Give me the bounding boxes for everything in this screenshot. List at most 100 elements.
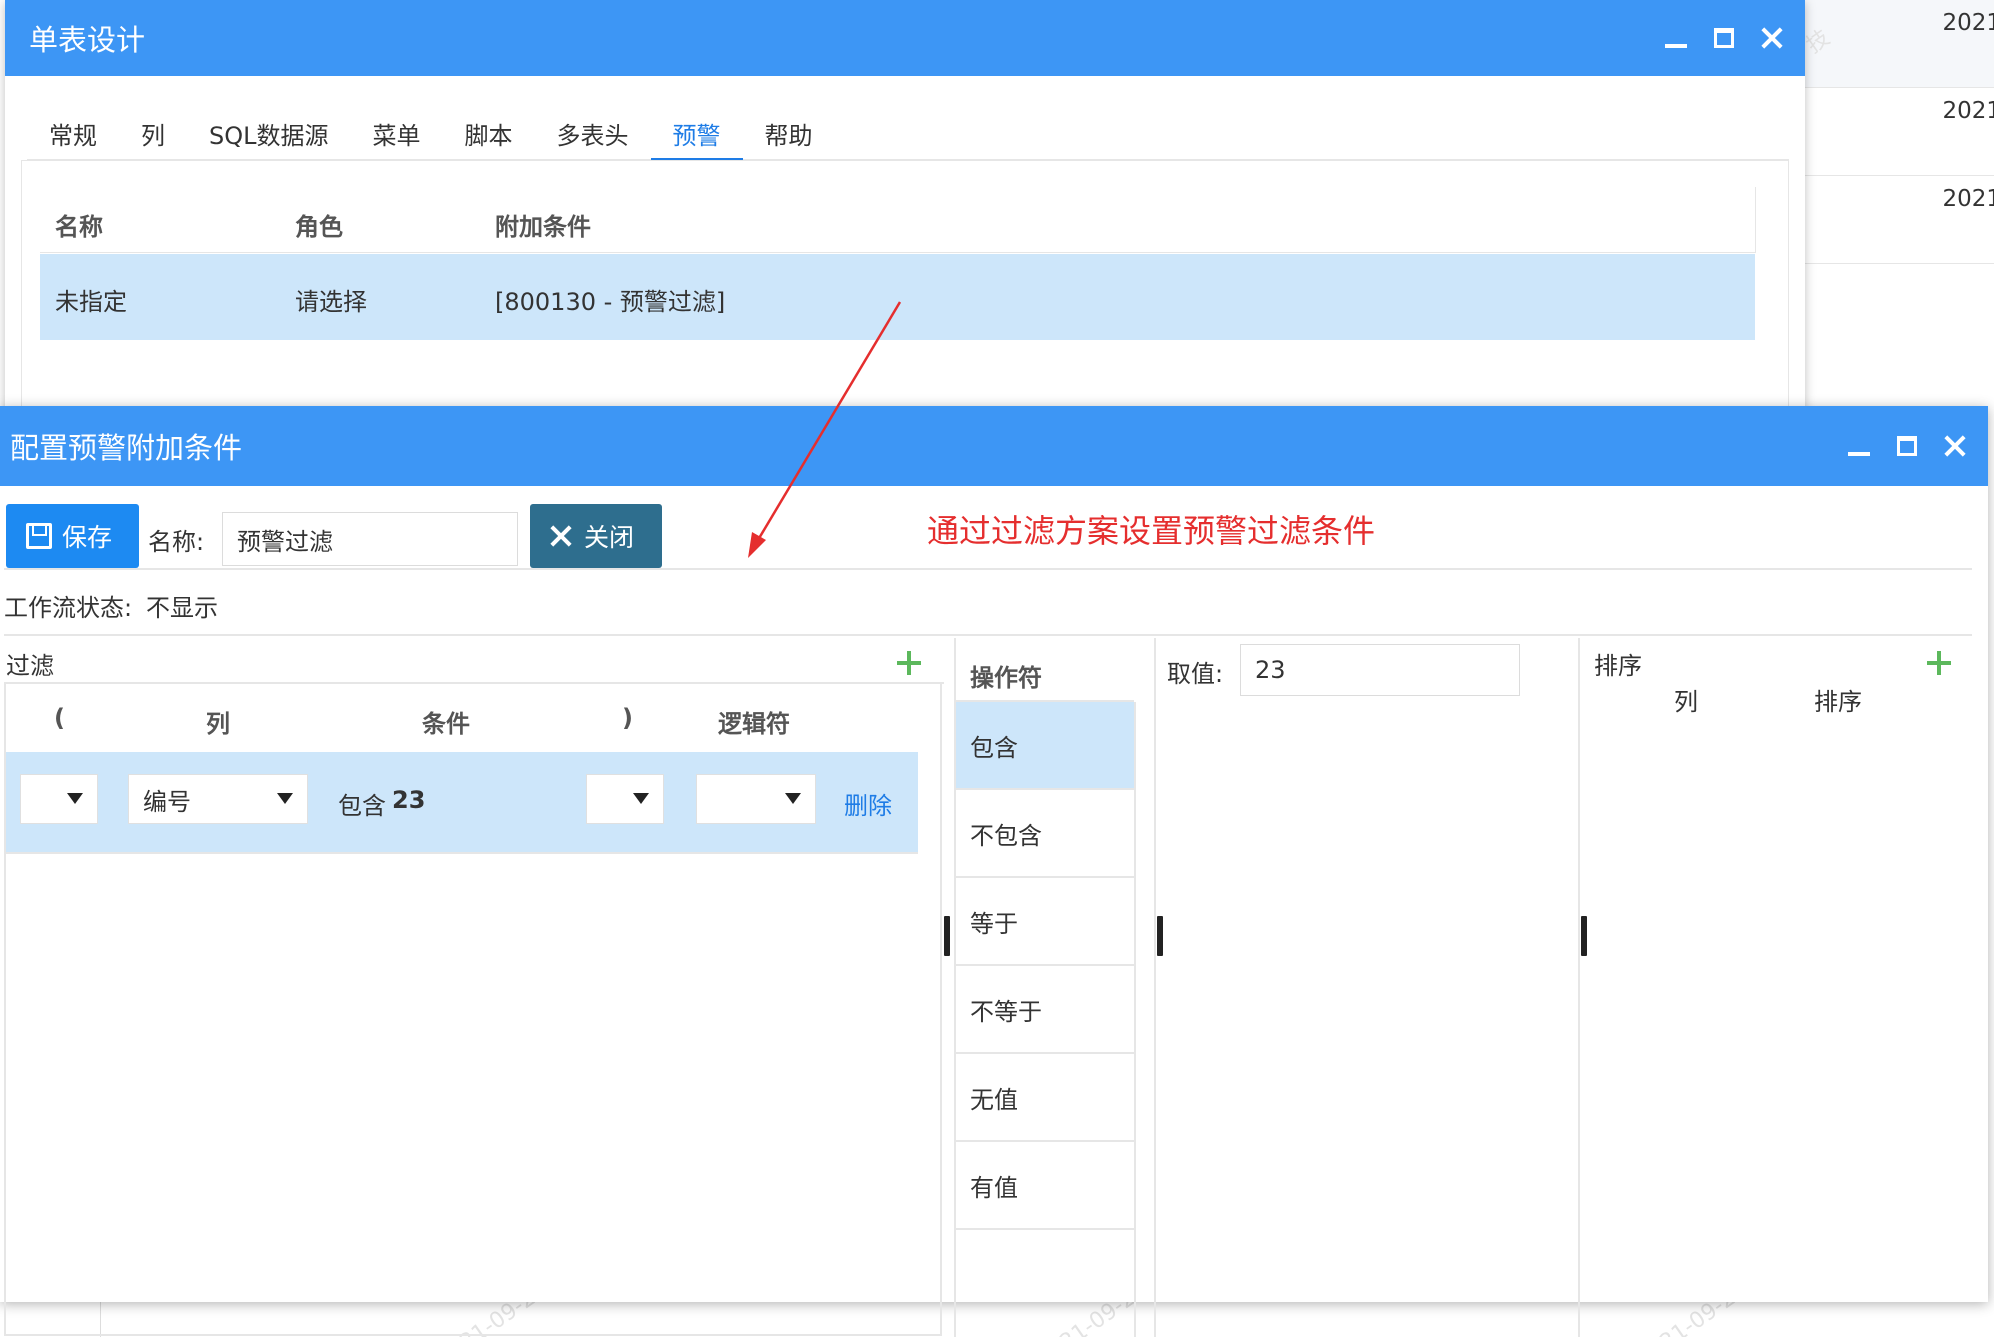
delete-link[interactable]: 删除	[844, 786, 892, 821]
close-icon[interactable]	[1942, 433, 1968, 459]
value-left-border	[1154, 638, 1156, 1337]
background-row[interactable]: 2021-0	[1800, 88, 1994, 176]
warning-condition-window: 配置预警附加条件 保存 名称: 预警过滤 关闭 通过过滤方案设置预警过滤条件 工…	[0, 406, 1988, 1337]
header-column: 列	[206, 710, 230, 738]
operator-item[interactable]: 等于	[956, 878, 1134, 966]
tab-help[interactable]: 帮助	[743, 106, 835, 161]
close-button[interactable]: 关闭	[530, 504, 662, 568]
window-titlebar[interactable]: 配置预警附加条件	[0, 406, 1988, 486]
maximize-icon[interactable]	[1894, 433, 1920, 459]
dropdown-arrow-icon	[277, 793, 293, 804]
save-icon	[26, 523, 52, 549]
save-label: 保存	[62, 523, 113, 552]
header-close-paren: )	[622, 704, 633, 732]
filter-row[interactable]: 编号 包含 23 删除	[6, 752, 918, 852]
operator-label: 有值	[970, 1173, 1018, 1202]
operator-item[interactable]: 有值	[956, 1142, 1134, 1230]
tab-sql-source[interactable]: SQL数据源	[187, 106, 351, 161]
logic-select[interactable]	[696, 774, 816, 824]
row-condition[interactable]: [800130 - 预警过滤]	[495, 282, 725, 317]
sort-title: 排序	[1594, 652, 1642, 680]
background-date: 2021-0	[1942, 186, 1994, 212]
table-header: 名称 角色 附加条件	[40, 187, 1755, 253]
window-titlebar[interactable]: 单表设计	[5, 0, 1805, 76]
operator-item[interactable]: 不包含	[956, 790, 1134, 878]
operator-splitter-handle[interactable]	[1157, 916, 1163, 956]
table-design-window: 单表设计 常规 列 SQL数据源 菜单 脚本 多表头 预警 帮助 名称 角色 附…	[5, 0, 1805, 420]
filter-bottom-border	[4, 1334, 942, 1336]
operator-title: 操作符	[970, 664, 1042, 692]
filter-header: ( 列 条件 ) 逻辑符	[4, 684, 944, 748]
filter-splitter-handle[interactable]	[944, 916, 950, 956]
column-header-condition: 附加条件	[495, 213, 591, 241]
dropdown-arrow-icon	[785, 793, 801, 804]
window-controls	[1663, 0, 1785, 76]
tab-warning[interactable]: 预警	[650, 106, 743, 161]
table-row[interactable]: 未指定 请选择 [800130 - 预警过滤]	[40, 254, 1755, 340]
tab-general[interactable]: 常规	[27, 106, 119, 161]
column-select[interactable]: 编号	[128, 774, 308, 824]
value-input[interactable]: 23	[1240, 644, 1520, 696]
warning-table: 名称 角色 附加条件 未指定 请选择 [800130 - 预警过滤]	[21, 160, 1789, 420]
header-condition: 条件	[422, 710, 470, 738]
row-role[interactable]: 请选择	[295, 282, 367, 317]
name-label: 名称:	[148, 528, 205, 556]
name-value: 预警过滤	[237, 527, 333, 556]
tab-menu[interactable]: 菜单	[351, 106, 443, 161]
save-button[interactable]: 保存	[6, 504, 139, 568]
add-filter-icon[interactable]	[897, 651, 921, 675]
operator-right-border	[1134, 702, 1136, 1337]
section-divider	[4, 634, 1972, 636]
sort-splitter-handle[interactable]	[1581, 916, 1587, 956]
condition-op[interactable]: 包含	[338, 786, 386, 821]
tab-bar: 常规 列 SQL数据源 菜单 脚本 多表头 预警 帮助	[27, 106, 1789, 161]
close-paren-select[interactable]	[586, 774, 664, 824]
window-title: 配置预警附加条件	[10, 431, 243, 465]
tab-script[interactable]: 脚本	[443, 106, 535, 161]
column-header-name: 名称	[55, 213, 103, 241]
column-value: 编号	[143, 787, 191, 816]
open-paren-select[interactable]	[20, 774, 98, 824]
filter-right-border	[940, 684, 942, 1336]
sort-left-border	[1578, 638, 1580, 1337]
background-row[interactable]: 2021-0	[1800, 176, 1994, 264]
background-date: 2021-0	[1942, 98, 1994, 124]
operator-item[interactable]: 不等于	[956, 966, 1134, 1054]
tab-multi-header[interactable]: 多表头	[535, 106, 651, 161]
operator-item[interactable]: 包含	[956, 702, 1134, 790]
filter-title: 过滤	[6, 652, 54, 680]
dropdown-arrow-icon	[633, 793, 649, 804]
annotation-text: 通过过滤方案设置预警过滤条件	[927, 512, 1376, 550]
value-label: 取值:	[1167, 660, 1224, 688]
operator-label: 包含	[970, 733, 1018, 762]
dropdown-arrow-icon	[67, 793, 83, 804]
operator-label: 等于	[970, 909, 1018, 938]
maximize-icon[interactable]	[1711, 25, 1737, 51]
sort-header-column: 列	[1674, 688, 1698, 716]
workflow-value: 不显示	[146, 594, 218, 622]
sort-header-order: 排序	[1814, 688, 1862, 716]
name-input[interactable]: 预警过滤	[222, 512, 518, 566]
window-controls	[1846, 406, 1968, 486]
tab-columns[interactable]: 列	[119, 106, 187, 161]
close-icon[interactable]	[1759, 25, 1785, 51]
condition-value[interactable]: 23	[392, 786, 425, 814]
row-name: 未指定	[55, 288, 127, 316]
minimize-icon[interactable]	[1663, 25, 1689, 51]
column-header-role: 角色	[295, 213, 343, 241]
operator-label: 不等于	[970, 997, 1042, 1026]
filter-row-divider	[4, 852, 918, 854]
workflow-label: 工作流状态:	[4, 594, 133, 622]
toolbar-divider	[4, 568, 1972, 570]
operator-item[interactable]: 无值	[956, 1054, 1134, 1142]
add-sort-icon[interactable]	[1927, 651, 1951, 675]
window-title: 单表设计	[29, 23, 146, 57]
background-date: 2021-0	[1942, 10, 1994, 36]
header-logic: 逻辑符	[718, 710, 790, 738]
operator-label: 不包含	[970, 821, 1042, 850]
minimize-icon[interactable]	[1846, 433, 1872, 459]
value-text: 23	[1255, 656, 1286, 684]
background-divider	[100, 1300, 101, 1337]
header-open-paren: (	[54, 704, 65, 732]
header-divider	[1755, 187, 1756, 253]
